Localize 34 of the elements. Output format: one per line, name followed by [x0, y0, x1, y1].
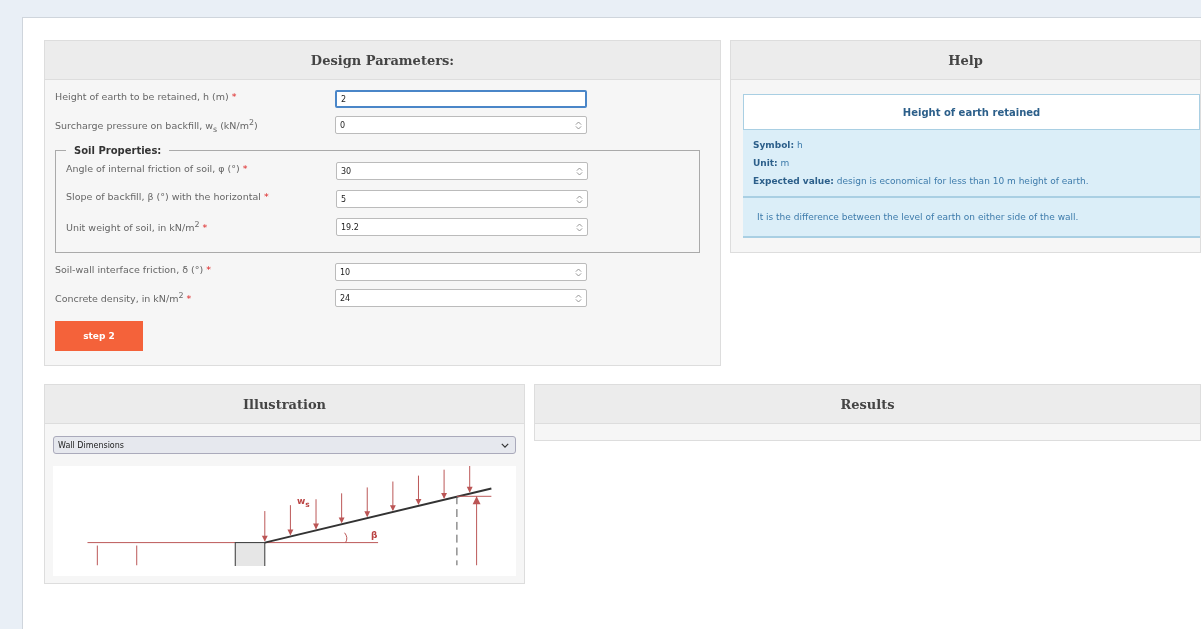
panel-title: Help — [948, 52, 983, 68]
help-heading: Height of earth retained — [743, 94, 1200, 130]
number-field[interactable]: 2 — [335, 90, 587, 108]
panel-title: Design Parameters: — [310, 52, 455, 68]
field-label: Angle of internal friction of soil, φ (°) * — [66, 162, 249, 177]
help-text: Expected value: design is economical for less than 10 m height of earth. — [753, 175, 1090, 188]
field-label: Unit weight of soil, in kN/m$^{2}$ * — [66, 219, 209, 236]
spinner-icon[interactable] — [575, 266, 582, 278]
dropdown[interactable]: Wall Dimensions — [53, 436, 516, 455]
field-label: Soil-wall interface friction, δ (°) * — [55, 263, 212, 278]
caret-icon — [501, 442, 509, 448]
number-field[interactable]: 10 — [335, 263, 587, 282]
diagram-label: β — [371, 530, 378, 541]
diagram-label: w$_{s}$ — [297, 496, 310, 509]
help-text: Symbol: h — [753, 139, 804, 152]
spinner-icon[interactable] — [575, 292, 582, 304]
help-text: Unit: m — [753, 157, 791, 170]
group-legend: Soil Properties: — [66, 145, 170, 157]
panel-title: Results — [840, 396, 895, 412]
number-field[interactable]: 5 — [336, 190, 588, 209]
panel-title: Illustration — [242, 396, 327, 412]
spinner-icon[interactable] — [576, 221, 583, 233]
spinner-icon[interactable] — [576, 165, 583, 177]
number-field[interactable]: 0 — [335, 116, 587, 134]
number-field[interactable]: 24 — [335, 289, 587, 308]
field-label: Surcharge pressure on backfill, w$_{s}$ (kN/m$^{2}$) — [55, 117, 259, 137]
spinner-icon[interactable] — [576, 193, 583, 205]
field-label: Slope of backfill, β (°) with the horizontal * — [66, 190, 270, 205]
field-label: Concrete density, in kN/m$^{2}$ * — [55, 290, 193, 307]
number-field[interactable]: 30 — [336, 162, 588, 181]
number-field[interactable]: 19.2 — [336, 218, 588, 237]
help-description: It is the difference between the level of earth on either side of the wall. — [756, 211, 1080, 224]
spinner-icon[interactable] — [575, 119, 582, 131]
field-label: Height of earth to be retained, h (m) * — [55, 90, 238, 104]
